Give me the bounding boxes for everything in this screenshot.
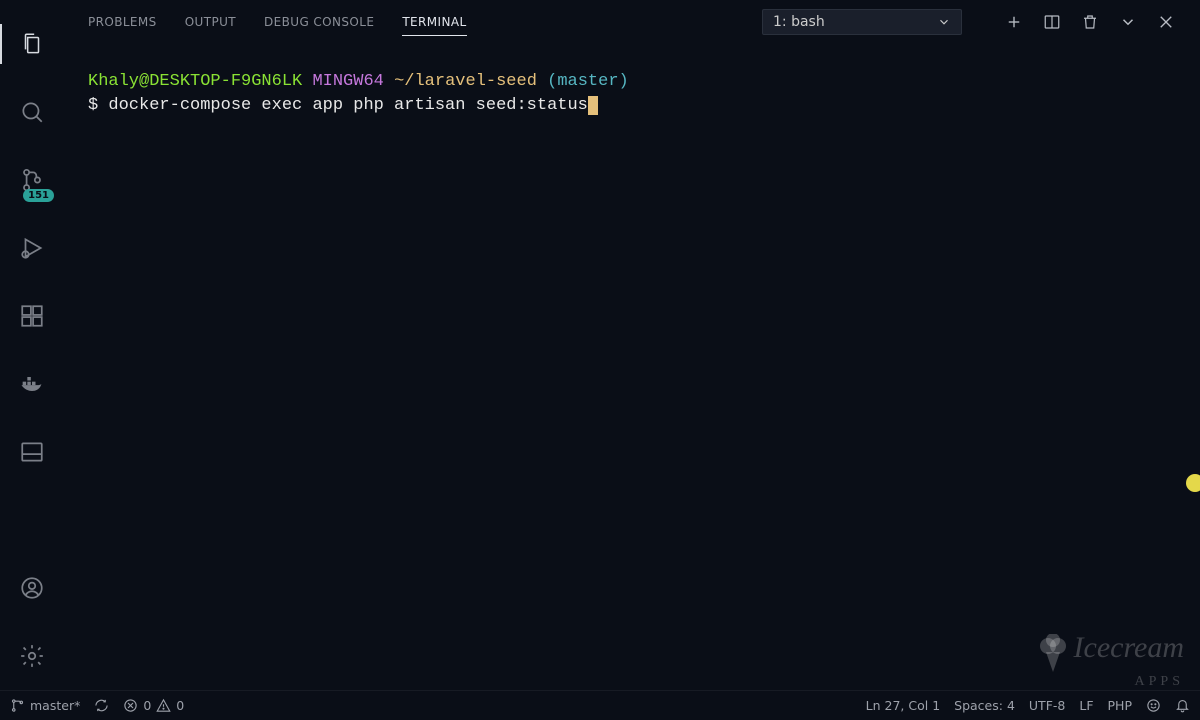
status-ln-col[interactable]: Ln 27, Col 1 — [866, 698, 941, 713]
search-icon[interactable] — [8, 88, 56, 136]
warning-icon — [156, 698, 171, 713]
panel-tab-bar: PROBLEMS OUTPUT DEBUG CONSOLE TERMINAL 1… — [64, 0, 1200, 44]
status-branch[interactable]: master* — [10, 698, 80, 713]
status-bar: master* 0 0 Ln 27, Col 1 Spaces: 4 UTF-8… — [0, 690, 1200, 720]
terminal-selector[interactable]: 1: bash — [762, 9, 962, 35]
new-terminal-icon[interactable] — [1004, 12, 1024, 32]
extensions-icon[interactable] — [8, 292, 56, 340]
activity-bar: 151 — [0, 0, 64, 690]
settings-gear-icon[interactable] — [8, 632, 56, 680]
split-terminal-icon[interactable] — [1042, 12, 1062, 32]
status-warning-count: 0 — [176, 698, 184, 713]
status-spaces[interactable]: Spaces: 4 — [954, 698, 1015, 713]
status-problems[interactable]: 0 0 — [123, 698, 184, 713]
error-icon — [123, 698, 138, 713]
close-panel-icon[interactable] — [1156, 12, 1176, 32]
maximize-panel-icon[interactable] — [1118, 12, 1138, 32]
prompt-path: ~/laravel-seed — [394, 72, 537, 91]
prompt-branch-close: ) — [619, 72, 629, 91]
sync-icon — [94, 698, 109, 713]
explorer-icon[interactable] — [8, 20, 56, 68]
prompt-branch: master — [557, 72, 618, 91]
kill-terminal-icon[interactable] — [1080, 12, 1100, 32]
source-control-icon[interactable]: 151 — [8, 156, 56, 204]
tab-problems[interactable]: PROBLEMS — [88, 9, 157, 36]
prompt-user-host: Khaly@DESKTOP-F9GN6LK — [88, 72, 302, 91]
tab-debug-console[interactable]: DEBUG CONSOLE — [264, 9, 374, 36]
branch-icon — [10, 698, 25, 713]
scm-badge: 151 — [23, 189, 54, 202]
status-feedback-icon[interactable] — [1146, 698, 1161, 713]
status-bell-icon[interactable] — [1175, 698, 1190, 713]
panel: PROBLEMS OUTPUT DEBUG CONSOLE TERMINAL 1… — [64, 0, 1200, 690]
terminal-selector-label: 1: bash — [773, 14, 825, 30]
status-eol[interactable]: LF — [1079, 698, 1093, 713]
status-error-count: 0 — [143, 698, 151, 713]
terminal-cursor — [588, 96, 598, 115]
status-sync[interactable] — [94, 698, 109, 713]
tab-output[interactable]: OUTPUT — [185, 9, 236, 36]
terminal-body[interactable]: Khaly@DESKTOP-F9GN6LK MINGW64 ~/laravel-… — [64, 44, 1200, 690]
status-encoding[interactable]: UTF-8 — [1029, 698, 1065, 713]
account-icon[interactable] — [8, 564, 56, 612]
tab-terminal[interactable]: TERMINAL — [402, 9, 466, 36]
layout-icon[interactable] — [8, 428, 56, 476]
run-debug-icon[interactable] — [8, 224, 56, 272]
docker-icon[interactable] — [8, 360, 56, 408]
chevron-down-icon — [937, 15, 951, 29]
annotation-dot — [1186, 474, 1200, 492]
status-branch-label: master* — [30, 698, 80, 713]
terminal-command: docker-compose exec app php artisan seed… — [108, 96, 587, 115]
status-language[interactable]: PHP — [1108, 698, 1132, 713]
prompt-symbol: $ — [88, 96, 98, 115]
prompt-branch-open: ( — [547, 72, 557, 91]
prompt-env: MINGW64 — [312, 72, 383, 91]
